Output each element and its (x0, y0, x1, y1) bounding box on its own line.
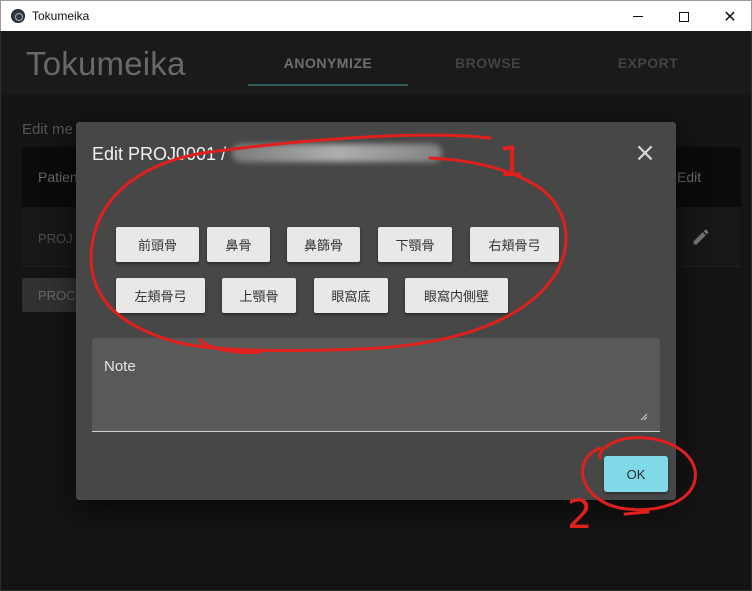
ok-button[interactable]: OK (604, 456, 668, 492)
window-title: Tokumeika (32, 9, 90, 23)
minimize-button[interactable] (615, 1, 661, 32)
maximize-icon (679, 11, 689, 22)
dialog-title: Edit PROJ0001 / (92, 144, 443, 165)
chip-right-zygomatic-arch[interactable]: 右頬骨弓 (470, 227, 559, 262)
chip-medial-orbital-wall[interactable]: 眼窩内側壁 (405, 278, 508, 313)
close-icon: × (634, 138, 656, 168)
note-textarea[interactable]: Note (92, 338, 660, 432)
chip-maxilla[interactable]: 上顎骨 (222, 278, 296, 313)
edit-dialog: Edit PROJ0001 / × 前頭骨 鼻骨 鼻篩骨 下顎骨 右頬骨弓 左頬… (76, 122, 676, 500)
dialog-title-text: Edit PROJ0001 / (92, 144, 227, 164)
redacted-name (232, 144, 443, 162)
note-label: Note (104, 358, 136, 375)
chip-left-zygomatic-arch[interactable]: 左頬骨弓 (116, 278, 205, 313)
app-logo-icon (11, 9, 25, 23)
chip-orbital-floor[interactable]: 眼窩底 (314, 278, 388, 313)
window-close-icon: ✕ (723, 6, 737, 26)
window-titlebar: Tokumeika ✕ (0, 0, 752, 31)
minimize-icon (633, 16, 643, 17)
chip-ethmoid-bone[interactable]: 鼻篩骨 (287, 227, 360, 262)
window-close-button[interactable]: ✕ (707, 1, 752, 32)
maximize-button[interactable] (661, 1, 707, 32)
chip-mandible[interactable]: 下顎骨 (378, 227, 452, 262)
chip-nasal-bone[interactable]: 鼻骨 (207, 227, 270, 262)
resize-handle-icon[interactable] (640, 413, 648, 421)
dialog-close-button[interactable]: × (633, 140, 657, 166)
chip-frontal-bone[interactable]: 前頭骨 (116, 227, 199, 262)
